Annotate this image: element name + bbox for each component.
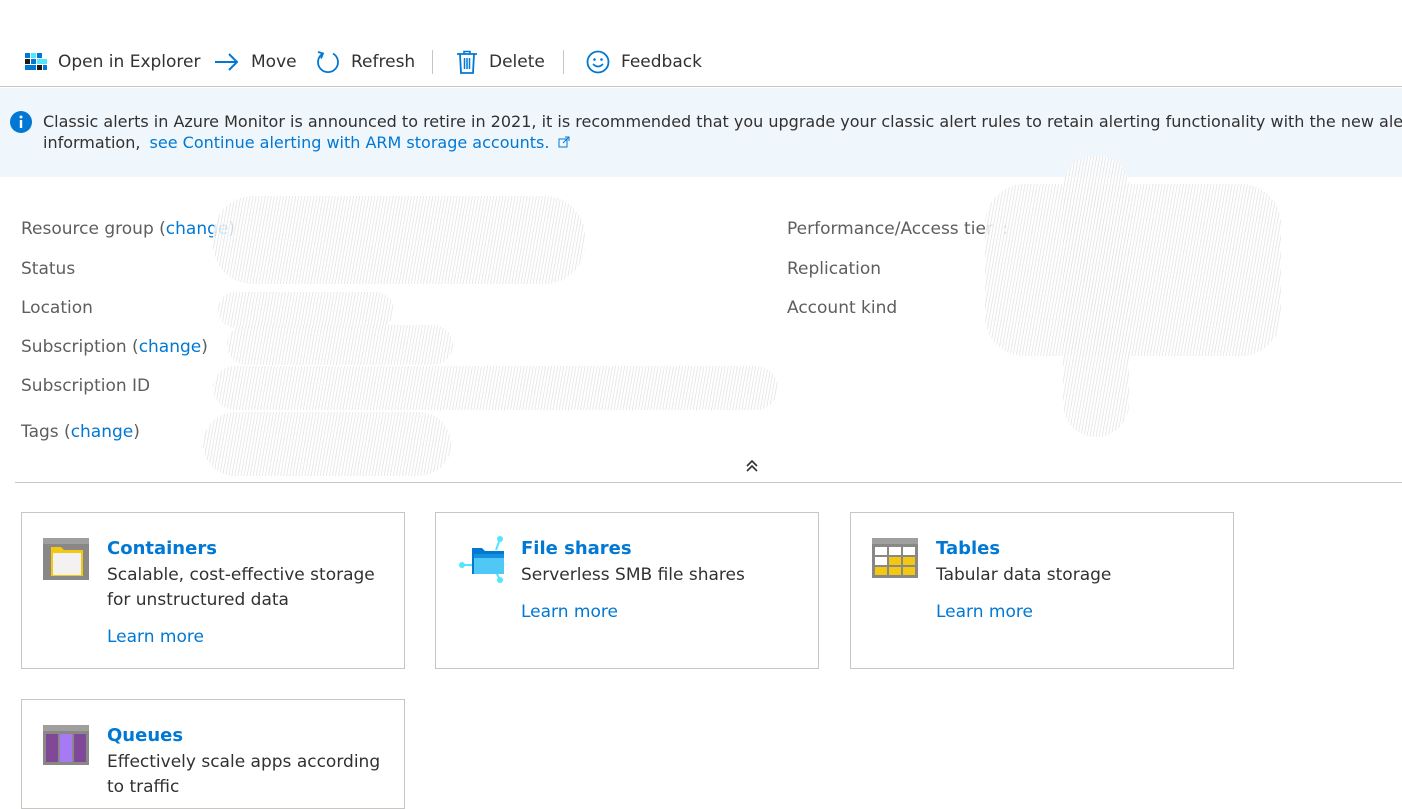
refresh-icon [316,50,340,74]
subscription-change-link[interactable]: change [139,337,202,357]
file-shares-card: File shares Serverless SMB file shares L… [435,512,819,669]
smiley-icon [586,50,610,74]
tables-card: Tables Tabular data storage Learn more [850,512,1234,669]
redacted-value [213,196,585,284]
move-label: Move [251,52,297,72]
performance-tier-text: Performance/Access tier [787,219,993,239]
queues-icon [43,725,89,769]
resource-group-text: Resource group [21,219,154,239]
resource-group-label: Resource group (change) [21,219,235,239]
containers-title[interactable]: Containers [107,538,217,559]
containers-description: Scalable, cost-effective storage for uns… [107,565,375,610]
containers-icon [43,538,89,584]
paren-open: ( [64,422,71,442]
feedback-label: Feedback [621,52,702,72]
subscription-id-label: Subscription ID [21,376,151,396]
feedback-button[interactable]: Feedback [586,44,702,80]
storage-explorer-icon [25,51,47,73]
replication-label: Replication [787,259,882,279]
redacted-value [213,366,778,410]
file-shares-description: Serverless SMB file shares [521,565,745,585]
queues-title[interactable]: Queues [107,725,183,746]
tags-change-link[interactable]: change [71,422,134,442]
tables-icon [872,538,918,582]
subscription-text: Subscription [21,337,127,357]
tags-label: Tags (change) [21,422,140,442]
paren-close: ) [133,422,140,442]
trash-icon [456,50,478,74]
paren-open: ( [132,337,139,357]
file-shares-icon [458,536,508,588]
move-button[interactable]: Move [214,44,297,80]
redacted-value [218,292,394,328]
double-chevron-up-icon [742,459,762,479]
toolbar-divider [0,86,1402,87]
refresh-button[interactable]: Refresh [316,44,415,80]
containers-learn-more-link[interactable]: Learn more [107,627,204,647]
open-in-explorer-button[interactable]: Open in Explorer [25,44,201,80]
banner-line-1: Classic alerts in Azure Monitor is annou… [43,112,1402,131]
file-shares-title[interactable]: File shares [521,538,632,559]
paren-open: ( [159,219,166,239]
open-in-explorer-label: Open in Explorer [58,52,201,72]
banner-line-2-text: information, [43,133,141,152]
info-icon [10,111,32,137]
toolbar-separator [563,50,564,74]
redacted-value [227,325,453,365]
collapse-essentials-button[interactable] [742,457,762,479]
status-label: Status [21,259,76,279]
redacted-value [1063,155,1129,437]
command-bar: Open in Explorer Move Refresh Delete Fee… [0,44,1402,80]
banner-line-2: information, see Continue alerting with … [43,132,1402,153]
essentials-divider [15,482,1402,483]
tables-description: Tabular data storage [936,565,1112,585]
tables-title[interactable]: Tables [936,538,1000,559]
redacted-value [203,412,451,476]
delete-button[interactable]: Delete [456,44,545,80]
arm-storage-link[interactable]: see Continue alerting with ARM storage a… [150,133,550,152]
banner-message: Classic alerts in Azure Monitor is annou… [43,111,1402,153]
tags-text: Tags [21,422,59,442]
performance-tier-label: Performance/Access tier : [787,219,1008,239]
queues-card: Queues Effectively scale apps according … [21,699,405,809]
file-shares-learn-more-link[interactable]: Learn more [521,602,618,622]
toolbar-separator [432,50,433,74]
refresh-label: Refresh [351,52,416,72]
location-label: Location [21,298,93,318]
queues-description: Effectively scale apps according to traf… [107,752,381,797]
delete-label: Delete [489,52,545,72]
account-kind-label: Account kind [787,298,898,318]
redacted-value [985,184,1281,356]
paren-close: ) [201,337,208,357]
external-link-icon[interactable] [558,133,570,152]
subscription-label: Subscription (change) [21,337,208,357]
tables-learn-more-link[interactable]: Learn more [936,602,1033,622]
arrow-right-icon [214,52,240,72]
containers-card: Containers Scalable, cost-effective stor… [21,512,405,669]
